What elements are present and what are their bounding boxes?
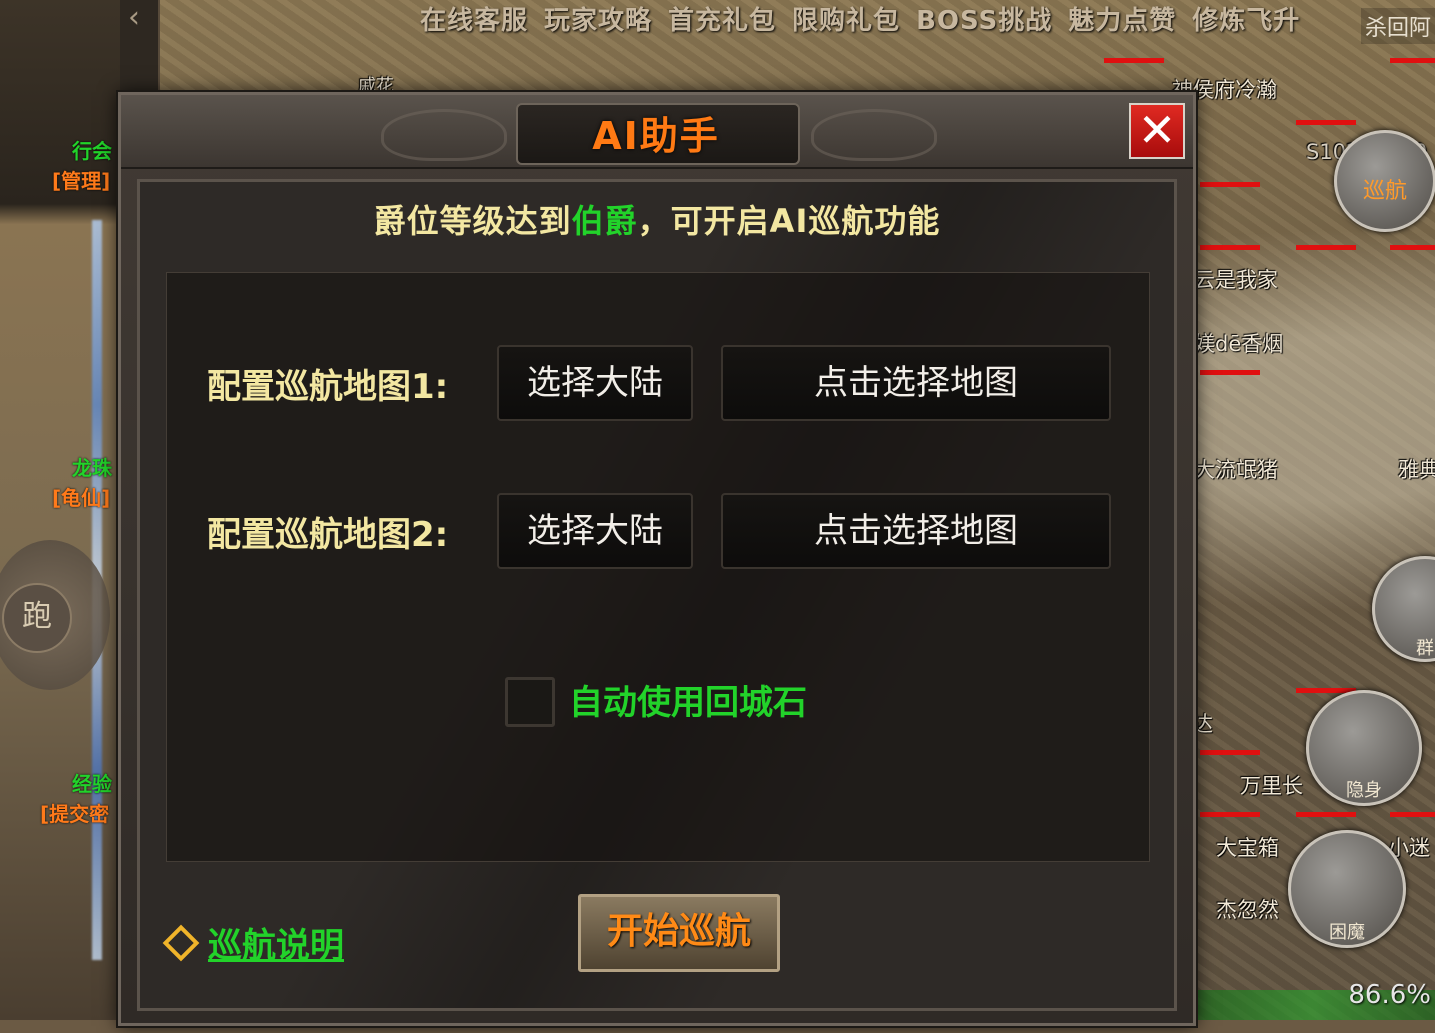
hp-bar xyxy=(1200,370,1260,375)
config-map-1-label: 配置巡航地图1: xyxy=(207,367,449,407)
trap-skill-button[interactable]: 困魔 xyxy=(1288,830,1406,948)
start-cruise-button[interactable]: 开始巡航 xyxy=(578,894,780,972)
config-map-2-label: 配置巡航地图2: xyxy=(207,515,449,555)
hp-bar xyxy=(1200,245,1260,250)
hp-bar xyxy=(1200,182,1260,187)
scene-name: 媄dē香烟 xyxy=(1194,332,1284,356)
ai-assistant-dialog: AI助手 ✕ 爵位等级达到伯爵，可开启AI巡航功能 配置巡航地图1: 选择大陆 … xyxy=(118,92,1196,1026)
select-continent-1-button[interactable]: 选择大陆 xyxy=(497,345,693,421)
left-label-guild[interactable]: 行会 xyxy=(72,135,112,164)
hp-bar xyxy=(1390,245,1435,250)
exp-percent-text: 86.6% xyxy=(1348,980,1431,1010)
dialog-header: AI助手 ✕ xyxy=(121,95,1193,169)
auto-return-stone-label[interactable]: 自动使用回城石 xyxy=(569,675,807,724)
scene-name: 杰忽然 xyxy=(1216,898,1279,922)
ornament-right-icon xyxy=(811,109,937,161)
left-label-dragonball[interactable]: 龙珠 xyxy=(72,452,112,481)
scene-name: 大宝箱 xyxy=(1216,836,1279,860)
hp-bar xyxy=(1200,812,1260,817)
notice-rank: 伯爵 xyxy=(571,202,638,240)
left-label-turtle[interactable]: [龟仙] xyxy=(52,482,110,511)
config-panel: 配置巡航地图1: 选择大陆 点击选择地图 配置巡航地图2: 选择大陆 点击选择地… xyxy=(166,272,1150,862)
auto-return-stone-checkbox[interactable] xyxy=(505,677,555,727)
scene-name: 雅典 xyxy=(1398,458,1435,482)
hp-bar xyxy=(1390,812,1435,817)
top-menu-bar: 在线客服 玩家攻略 首充礼包 限购礼包 BOSS挑战 魅力点赞 修炼飞升 xyxy=(420,0,1300,40)
hp-bar xyxy=(1296,120,1356,125)
dialog-title: AI助手 xyxy=(592,114,720,158)
close-button[interactable]: ✕ xyxy=(1129,103,1185,159)
left-collapse-panel xyxy=(120,0,160,95)
scene-name: 大流氓猪 xyxy=(1194,458,1278,482)
hp-bar xyxy=(1296,812,1356,817)
menu-player-guide[interactable]: 玩家攻略 xyxy=(544,0,652,40)
cruise-help-text[interactable]: 巡航说明 xyxy=(208,918,344,967)
hp-bar xyxy=(1104,58,1164,63)
stealth-skill-button[interactable]: 隐身 xyxy=(1306,690,1422,806)
select-map-1-button[interactable]: 点击选择地图 xyxy=(721,345,1111,421)
hp-bar xyxy=(1200,750,1260,755)
top-right-text[interactable]: 杀回阿 xyxy=(1360,8,1435,44)
scene-name: 云是我家 xyxy=(1194,268,1278,292)
left-label-exp[interactable]: 经验 xyxy=(72,768,112,797)
cruise-skill-button[interactable]: 巡航 xyxy=(1334,130,1435,232)
select-map-2-button[interactable]: 点击选择地图 xyxy=(721,493,1111,569)
unlock-notice: 爵位等级达到伯爵，可开启AI巡航功能 xyxy=(140,196,1174,242)
menu-limited-pack[interactable]: 限购礼包 xyxy=(792,0,900,40)
menu-online-service[interactable]: 在线客服 xyxy=(420,0,528,40)
hp-bar xyxy=(1296,245,1356,250)
scene-name: 万里长 xyxy=(1240,774,1303,798)
menu-cultivation[interactable]: 修炼飞升 xyxy=(1192,0,1300,40)
left-label-manage[interactable]: [管理] xyxy=(52,165,110,194)
ornament-left-icon xyxy=(381,109,507,161)
cruise-help-link[interactable]: 巡航说明 xyxy=(162,918,344,967)
collapse-arrow-icon[interactable]: ‹ xyxy=(128,0,140,35)
notice-suffix: ，可开启AI巡航功能 xyxy=(637,202,941,240)
notice-prefix: 爵位等级达到 xyxy=(373,202,572,240)
run-button[interactable]: 跑 xyxy=(2,583,72,653)
hp-bar xyxy=(1390,58,1435,63)
dialog-body: 爵位等级达到伯爵，可开启AI巡航功能 配置巡航地图1: 选择大陆 点击选择地图 … xyxy=(137,179,1177,1011)
diamond-icon xyxy=(162,924,200,961)
left-label-submit[interactable]: [提交密 xyxy=(40,798,109,827)
select-continent-2-button[interactable]: 选择大陆 xyxy=(497,493,693,569)
menu-boss-challenge[interactable]: BOSS挑战 xyxy=(916,0,1052,40)
menu-charm-like[interactable]: 魅力点赞 xyxy=(1068,0,1176,40)
menu-first-recharge[interactable]: 首充礼包 xyxy=(668,0,776,40)
